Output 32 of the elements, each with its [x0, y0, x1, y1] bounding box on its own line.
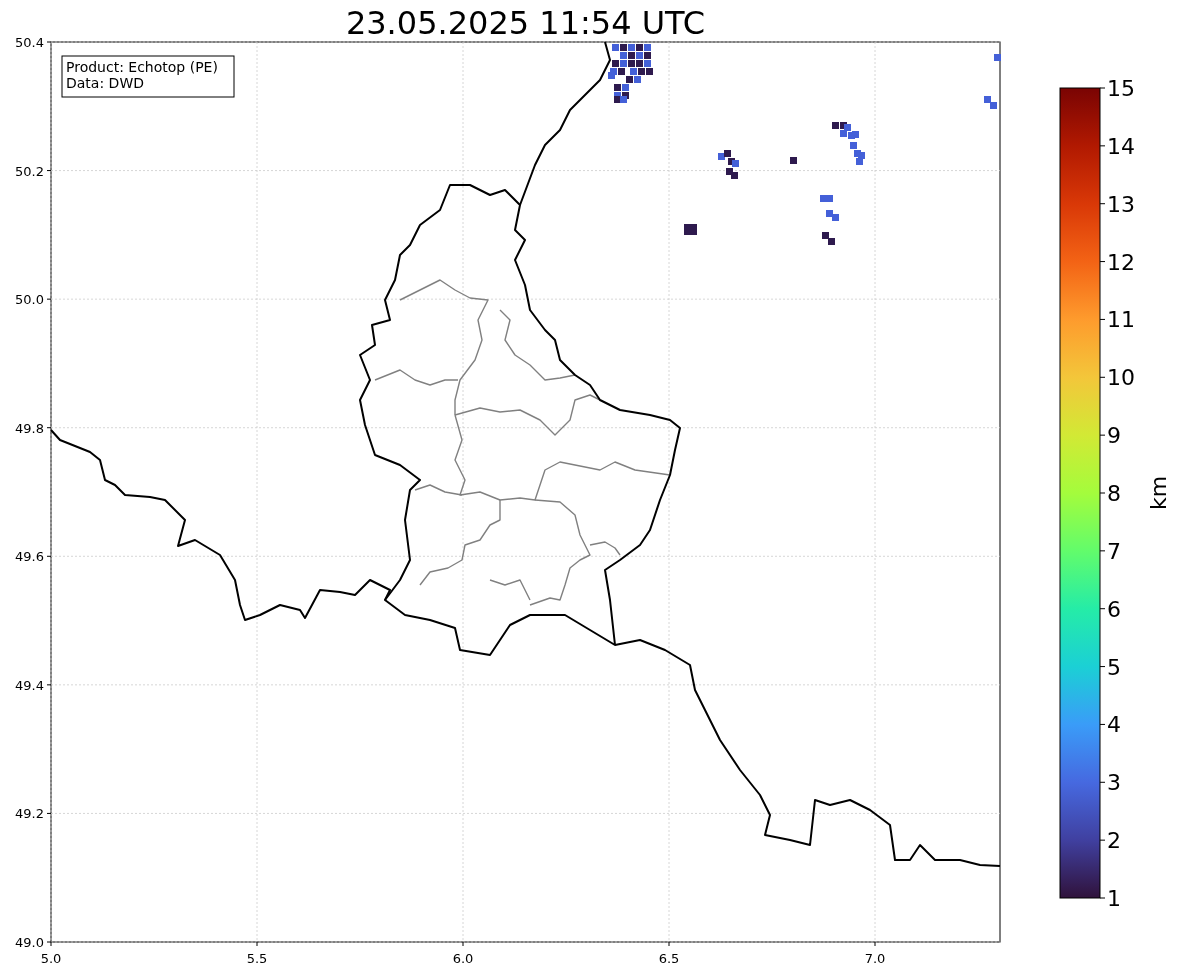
plot-title: 23.05.2025 11:54 UTC — [345, 4, 706, 42]
axis-tick-label: 49.4 — [15, 677, 44, 693]
colorbar-tick-label: 10 — [1107, 365, 1135, 391]
colorbar-tick-label: 12 — [1107, 249, 1135, 275]
axis-tick-label: 49.2 — [15, 806, 44, 822]
colorbar-tick-label: 6 — [1107, 596, 1121, 622]
info-text: Product: Echotop (PE) — [66, 59, 218, 75]
colorbar-tick-label: 1 — [1107, 886, 1121, 911]
axis-tick-label: 7.0 — [864, 951, 886, 966]
colorbar-tick-label: 3 — [1107, 770, 1121, 796]
colorbar-tick-label: 15 — [1107, 76, 1135, 101]
axis-tick-label: 6.0 — [452, 951, 474, 966]
colorbar-tick-label: 9 — [1107, 423, 1121, 449]
axis-tick-label: 49.8 — [15, 420, 44, 436]
colorbar-label: km — [1146, 475, 1171, 511]
axis-tick-label: 6.5 — [658, 951, 680, 966]
axis-tick-label: 5.5 — [246, 951, 268, 966]
colorbar-tick-label: 4 — [1107, 712, 1121, 738]
axis-tick-label: 50.0 — [15, 292, 44, 308]
axis-tick-label: 50.2 — [15, 163, 44, 179]
colorbar-tick-label: 2 — [1107, 828, 1121, 854]
colorbar-tick-label: 14 — [1107, 133, 1135, 159]
axis-tick-label: 49.0 — [15, 935, 44, 950]
colorbar-tick-label: 7 — [1107, 538, 1121, 564]
axis-tick-label: 5.0 — [40, 951, 62, 966]
axis-tick-label: 49.6 — [15, 549, 44, 565]
colorbar-tick-label: 8 — [1107, 481, 1121, 506]
info-text: Data: DWD — [66, 75, 144, 91]
colorbar-tick-label: 5 — [1107, 654, 1121, 680]
axis-tick-label: 50.4 — [15, 35, 44, 50]
colorbar-tick-label: 11 — [1107, 307, 1135, 333]
colorbar-tick-label: 13 — [1107, 191, 1135, 217]
